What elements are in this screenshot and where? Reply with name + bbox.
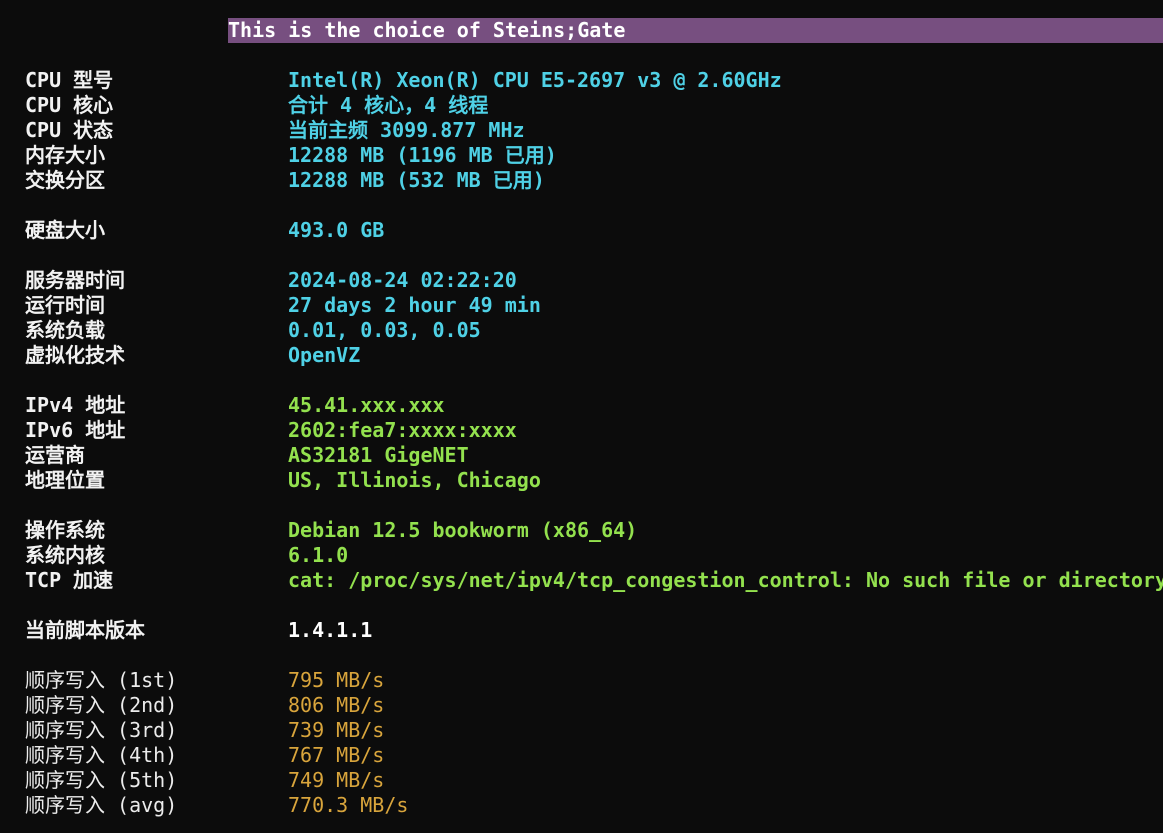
info-value: 1.4.1.1 <box>288 618 373 642</box>
write-row-5th: 顺序写入 (5th) 749 MB/s <box>0 768 1163 793</box>
info-row-cpu-status: CPU 状态 当前主频 3099.877 MHz <box>0 118 1163 143</box>
write-label: 顺序写入 (4th) <box>25 743 178 767</box>
write-row-3rd: 顺序写入 (3rd) 739 MB/s <box>0 718 1163 743</box>
info-row-script-version: 当前脚本版本 1.4.1.1 <box>0 618 1163 643</box>
info-label: IPv6 地址 <box>25 418 126 442</box>
write-row-1st: 顺序写入 (1st) 795 MB/s <box>0 668 1163 693</box>
info-value: 27 days 2 hour 49 min <box>288 293 541 317</box>
info-row-isp: 运营商 AS32181 GigeNET <box>0 443 1163 468</box>
info-label: IPv4 地址 <box>25 393 126 417</box>
info-row-swap: 交换分区 12288 MB (532 MB 已用) <box>0 168 1163 193</box>
info-value: AS32181 GigeNET <box>288 443 469 467</box>
write-value: 806 MB/s <box>288 693 385 717</box>
info-row-tcp: TCP 加速 cat: /proc/sys/net/ipv4/tcp_conge… <box>0 568 1163 593</box>
info-label: 虚拟化技术 <box>25 343 125 367</box>
info-value: 0.01, 0.03, 0.05 <box>288 318 481 342</box>
info-row-cpu-cores: CPU 核心 合计 4 核心，4 线程 <box>0 93 1163 118</box>
info-row-uptime: 运行时间 27 days 2 hour 49 min <box>0 293 1163 318</box>
info-row-memory: 内存大小 12288 MB (1196 MB 已用) <box>0 143 1163 168</box>
info-label: CPU 核心 <box>25 93 114 117</box>
info-value: 合计 4 核心，4 线程 <box>288 93 489 117</box>
info-label: 操作系统 <box>25 518 105 542</box>
info-value: 2602:fea7:xxxx:xxxx <box>288 418 517 442</box>
write-value: 739 MB/s <box>288 718 385 742</box>
info-label: CPU 状态 <box>25 118 114 142</box>
info-value: 45.41.xxx.xxx <box>288 393 445 417</box>
write-label: 顺序写入 (5th) <box>25 768 178 792</box>
write-value: 795 MB/s <box>288 668 385 692</box>
info-row-virtualization: 虚拟化技术 OpenVZ <box>0 343 1163 368</box>
info-row-ipv6: IPv6 地址 2602:fea7:xxxx:xxxx <box>0 418 1163 443</box>
info-row-cpu-model: CPU 型号 Intel(R) Xeon(R) CPU E5-2697 v3 @… <box>0 68 1163 93</box>
info-value: 2024-08-24 02:22:20 <box>288 268 517 292</box>
info-row-os: 操作系统 Debian 12.5 bookworm (x86_64) <box>0 518 1163 543</box>
info-value: 493.0 GB <box>288 218 385 242</box>
write-row-2nd: 顺序写入 (2nd) 806 MB/s <box>0 693 1163 718</box>
info-value: 当前主频 3099.877 MHz <box>288 118 525 142</box>
info-label: 地理位置 <box>25 468 105 492</box>
info-label: CPU 型号 <box>25 68 114 92</box>
info-row-server-time: 服务器时间 2024-08-24 02:22:20 <box>0 268 1163 293</box>
info-value: cat: /proc/sys/net/ipv4/tcp_congestion_c… <box>288 568 1163 592</box>
info-row-load: 系统负载 0.01, 0.03, 0.05 <box>0 318 1163 343</box>
write-value: 749 MB/s <box>288 768 385 792</box>
info-value: US, Illinois, Chicago <box>288 468 541 492</box>
write-value: 767 MB/s <box>288 743 385 767</box>
banner-title: This is the choice of Steins;Gate <box>228 18 1163 43</box>
info-label: 系统负载 <box>25 318 105 342</box>
info-value: 6.1.0 <box>288 543 349 567</box>
info-row-location: 地理位置 US, Illinois, Chicago <box>0 468 1163 493</box>
info-label: 运行时间 <box>25 293 105 317</box>
write-row-avg: 顺序写入 (avg) 770.3 MB/s <box>0 793 1163 818</box>
info-row-disk: 硬盘大小 493.0 GB <box>0 218 1163 243</box>
info-value: 12288 MB (1196 MB 已用) <box>288 143 557 167</box>
info-label: 系统内核 <box>25 543 105 567</box>
info-row-kernel: 系统内核 6.1.0 <box>0 543 1163 568</box>
info-row-ipv4: IPv4 地址 45.41.xxx.xxx <box>0 393 1163 418</box>
info-value: 12288 MB (532 MB 已用) <box>288 168 545 192</box>
info-value: Debian 12.5 bookworm (x86_64) <box>288 518 638 542</box>
info-value: OpenVZ <box>288 343 361 367</box>
write-label: 顺序写入 (3rd) <box>25 718 178 742</box>
write-label: 顺序写入 (1st) <box>25 668 178 692</box>
info-label: 当前脚本版本 <box>25 618 145 642</box>
info-label: 内存大小 <box>25 143 105 167</box>
info-label: 交换分区 <box>25 168 105 192</box>
write-value: 770.3 MB/s <box>288 793 409 817</box>
write-row-4th: 顺序写入 (4th) 767 MB/s <box>0 743 1163 768</box>
info-value: Intel(R) Xeon(R) CPU E5-2697 v3 @ 2.60GH… <box>288 68 782 92</box>
write-label: 顺序写入 (avg) <box>25 793 178 817</box>
terminal-window[interactable]: This is the choice of Steins;Gate CPU 型号… <box>0 0 1163 833</box>
info-label: 运营商 <box>25 443 85 467</box>
info-label: 服务器时间 <box>25 268 125 292</box>
info-label: 硬盘大小 <box>25 218 105 242</box>
write-label: 顺序写入 (2nd) <box>25 693 178 717</box>
info-label: TCP 加速 <box>25 568 114 592</box>
